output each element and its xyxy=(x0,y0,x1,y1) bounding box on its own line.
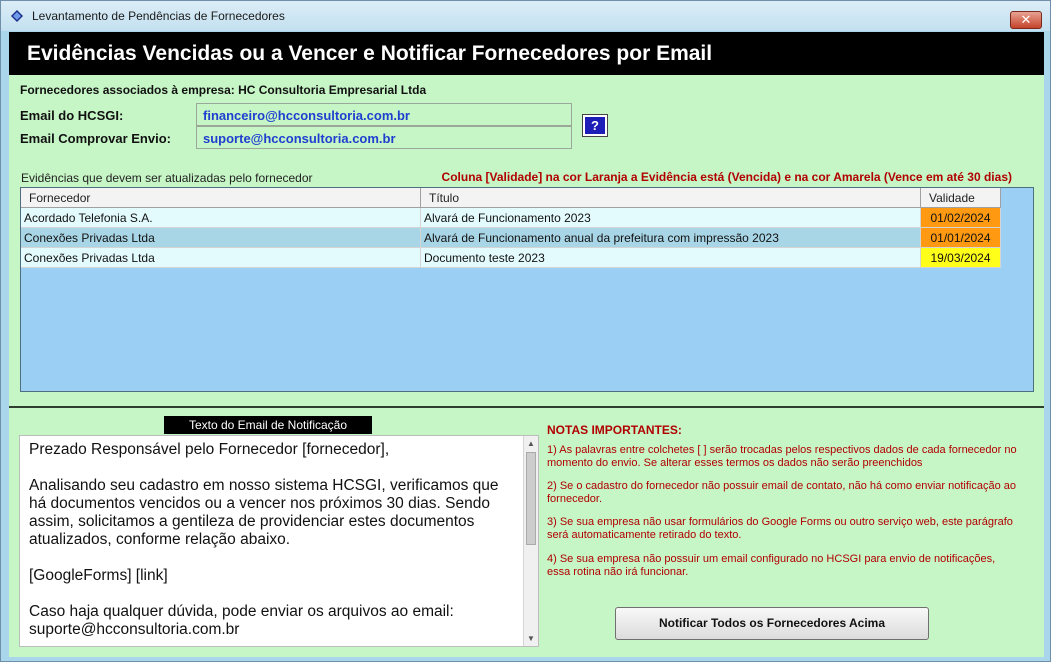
note-item: 4) Se sua empresa não possuir um email c… xyxy=(547,553,996,578)
hcsgi-email-label: Email do HCSGI: xyxy=(20,108,124,123)
proof-email-value: suporte@hcconsultoria.com.br xyxy=(203,131,396,146)
note-item: 1) As palavras entre colchetes [ ] serão… xyxy=(547,444,1017,469)
cell-fornecedor: Conexões Privadas Ltda xyxy=(21,228,421,248)
cell-fornecedor: Acordado Telefonia S.A. xyxy=(21,208,421,228)
grid-header: Fornecedor Título Validade xyxy=(21,188,1001,208)
evidence-grid[interactable]: Fornecedor Título Validade Acordado Tele… xyxy=(20,187,1034,392)
proof-email-field[interactable]: suporte@hcconsultoria.com.br xyxy=(196,126,572,149)
grid-color-note: Coluna [Validade] na cor Laranja a Evidê… xyxy=(441,170,1012,184)
email-body-text[interactable]: Prezado Responsável pelo Fornecedor [for… xyxy=(29,441,519,639)
notify-all-button[interactable]: Notificar Todos os Fornecedores Acima xyxy=(615,607,929,640)
app-diamond-icon xyxy=(11,10,23,22)
close-button[interactable]: ✕ xyxy=(1010,11,1042,29)
cell-validade: 01/01/2024 xyxy=(921,228,1001,248)
title-bar[interactable]: Levantamento de Pendências de Fornecedor… xyxy=(1,1,1050,31)
cell-titulo: Alvará de Funcionamento anual da prefeit… xyxy=(421,228,921,248)
hcsgi-email-value: financeiro@hcconsultoria.com.br xyxy=(203,108,410,123)
scroll-up-arrow-icon[interactable]: ▲ xyxy=(526,439,536,448)
cell-fornecedor: Conexões Privadas Ltda xyxy=(21,248,421,268)
page-title: Evidências Vencidas ou a Vencer e Notifi… xyxy=(27,42,713,65)
table-row[interactable]: Acordado Telefonia S.A. Alvará de Funcio… xyxy=(21,208,1001,228)
cell-titulo: Documento teste 2023 xyxy=(421,248,921,268)
hcsgi-email-field[interactable]: financeiro@hcconsultoria.com.br xyxy=(196,103,572,126)
scroll-thumb[interactable] xyxy=(526,452,536,545)
company-label: Fornecedores associados à empresa: HC Co… xyxy=(20,83,427,97)
email-text-area[interactable]: Prezado Responsável pelo Fornecedor [for… xyxy=(19,435,539,647)
proof-email-label: Email Comprovar Envio: xyxy=(20,131,171,146)
email-text-label: Texto do Email de Notificação xyxy=(164,416,372,434)
header-bar: Evidências Vencidas ou a Vencer e Notifi… xyxy=(9,32,1044,75)
section-divider xyxy=(9,406,1044,408)
help-button[interactable]: ? xyxy=(582,114,608,137)
table-row[interactable]: Conexões Privadas Ltda Documento teste 2… xyxy=(21,248,1001,268)
column-header-fornecedor[interactable]: Fornecedor xyxy=(21,188,421,208)
note-item: 2) Se o cadastro do fornecedor não possu… xyxy=(547,480,1017,505)
note-item: 3) Se sua empresa não usar formulários d… xyxy=(547,516,1013,541)
client-area: Evidências Vencidas ou a Vencer e Notifi… xyxy=(9,32,1044,657)
grid-caption: Evidências que devem ser atualizadas pel… xyxy=(21,171,313,185)
table-row[interactable]: Conexões Privadas Ltda Alvará de Funcion… xyxy=(21,228,1001,248)
scroll-down-arrow-icon[interactable]: ▼ xyxy=(526,634,536,643)
column-header-titulo[interactable]: Título xyxy=(421,188,921,208)
main-window: Levantamento de Pendências de Fornecedor… xyxy=(0,0,1051,662)
cell-validade: 19/03/2024 xyxy=(921,248,1001,268)
notes-title: NOTAS IMPORTANTES: xyxy=(547,423,682,437)
cell-validade: 01/02/2024 xyxy=(921,208,1001,228)
cell-titulo: Alvará de Funcionamento 2023 xyxy=(421,208,921,228)
window-title: Levantamento de Pendências de Fornecedor… xyxy=(32,9,285,23)
email-scrollbar[interactable]: ▲ ▼ xyxy=(523,436,538,646)
column-header-validade[interactable]: Validade xyxy=(921,188,1001,208)
